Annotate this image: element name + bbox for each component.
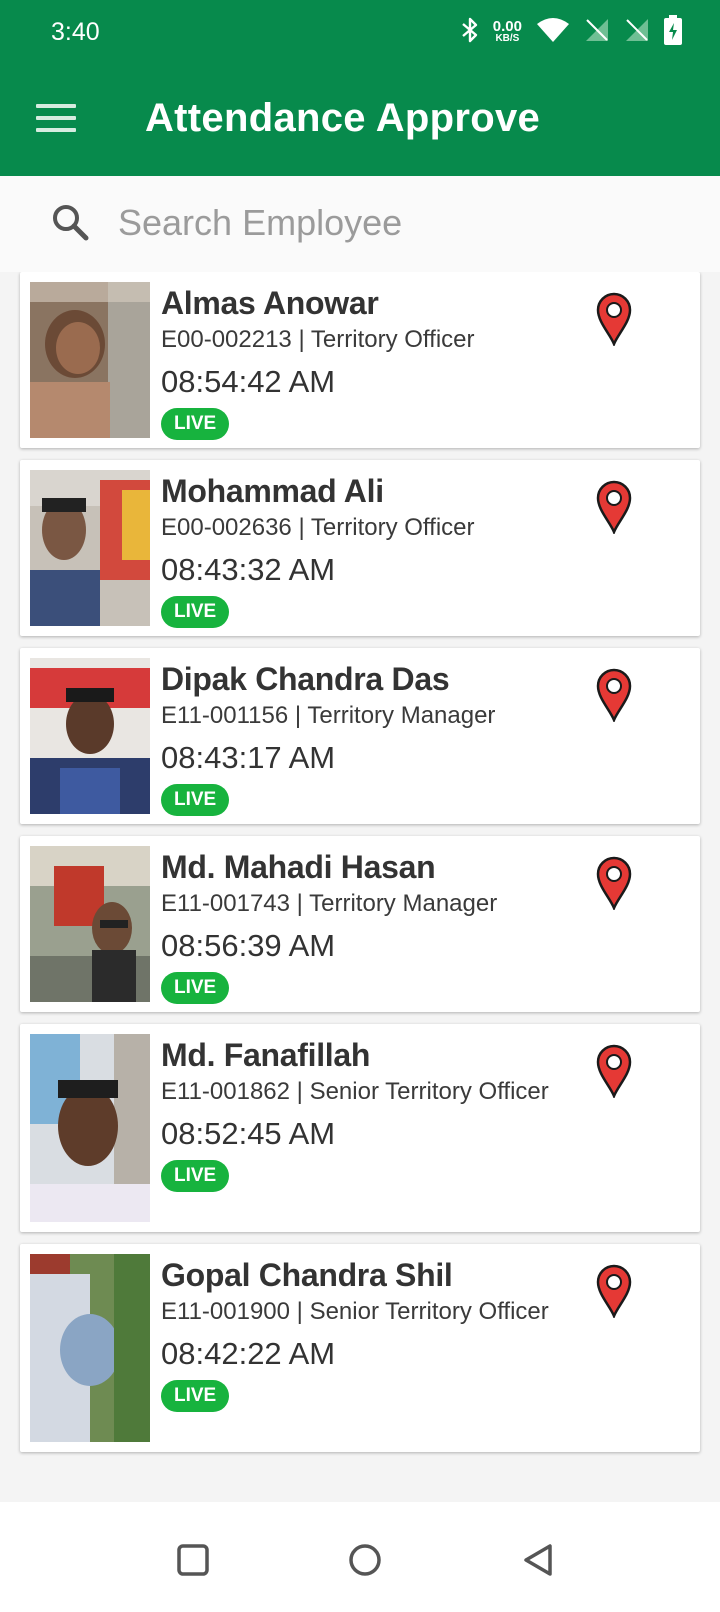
employee-photo (30, 658, 150, 814)
employee-info: Md. Fanafillah E11-001862 | Senior Terri… (161, 1036, 581, 1192)
employee-card[interactable]: Almas Anowar E00-002213 | Territory Offi… (20, 272, 700, 448)
live-badge: LIVE (161, 1160, 230, 1192)
employee-name: Gopal Chandra Shil (161, 1257, 453, 1293)
net-speed-value: 0.00 (492, 18, 522, 35)
live-badge: LIVE (161, 972, 230, 1004)
employee-id-role: E11-001900 | Senior Territory Officer (161, 1298, 549, 1325)
employee-id-role: E11-001862 | Senior Territory Officer (161, 1078, 549, 1105)
location-pin-icon[interactable] (596, 668, 632, 724)
check-in-time: 08:42:22 AM (161, 1336, 336, 1371)
net-speed-indicator: 0.00 KB/S (492, 18, 522, 44)
status-time: 3:40 (51, 18, 100, 46)
battery-charging-icon (664, 14, 682, 50)
employee-name: Md. Fanafillah (161, 1037, 371, 1073)
employee-info: Gopal Chandra Shil E11-001900 | Senior T… (161, 1256, 581, 1412)
live-badge: LIVE (161, 596, 230, 628)
employee-card[interactable]: Mohammad Ali E00-002636 | Territory Offi… (20, 460, 700, 636)
employee-photo (30, 282, 150, 438)
location-pin-icon[interactable] (596, 1044, 632, 1100)
employee-card[interactable]: Md. Fanafillah E11-001862 | Senior Terri… (20, 1024, 700, 1232)
employee-photo (30, 846, 150, 1002)
employee-photo (30, 1034, 150, 1222)
net-speed-unit: KB/S (495, 33, 520, 44)
no-sim-icon (624, 17, 650, 48)
check-in-time: 08:43:17 AM (161, 740, 336, 775)
no-sim-icon (584, 17, 610, 48)
employee-id-role: E00-002636 | Territory Officer (161, 514, 475, 541)
location-pin-icon[interactable] (596, 856, 632, 912)
system-nav-bar (0, 1502, 720, 1612)
bluetooth-icon (461, 16, 479, 49)
check-in-time: 08:52:45 AM (161, 1116, 336, 1151)
wifi-icon (536, 17, 570, 48)
search-bar (0, 176, 720, 272)
location-pin-icon[interactable] (596, 480, 632, 536)
employee-info: Mohammad Ali E00-002636 | Territory Offi… (161, 472, 581, 628)
live-badge: LIVE (161, 1380, 230, 1412)
employee-card[interactable]: Md. Mahadi Hasan E11-001743 | Territory … (20, 836, 700, 1012)
check-in-time: 08:56:39 AM (161, 928, 336, 963)
page-title: Attendance Approve (145, 96, 541, 140)
location-pin-icon[interactable] (596, 1264, 632, 1320)
employee-list: Almas Anowar E00-002213 | Territory Offi… (0, 272, 720, 1502)
employee-id-role: E00-002213 | Territory Officer (161, 326, 475, 353)
employee-info: Dipak Chandra Das E11-001156 | Territory… (161, 660, 581, 816)
hamburger-menu-icon[interactable] (36, 104, 76, 132)
employee-name: Mohammad Ali (161, 473, 384, 509)
check-in-time: 08:43:32 AM (161, 552, 336, 587)
employee-card[interactable]: Dipak Chandra Das E11-001156 | Territory… (20, 648, 700, 824)
employee-id-role: E11-001156 | Territory Manager (161, 702, 496, 729)
live-badge: LIVE (161, 408, 230, 440)
home-circle-icon[interactable] (347, 1542, 383, 1578)
live-badge: LIVE (161, 784, 230, 816)
employee-info: Almas Anowar E00-002213 | Territory Offi… (161, 284, 581, 440)
search-icon[interactable] (50, 202, 90, 242)
employee-id-role: E11-001743 | Territory Manager (161, 890, 498, 917)
app-bar: 3:40 0.00 KB/S Attendance Approve (0, 0, 720, 176)
check-in-time: 08:54:42 AM (161, 364, 336, 399)
employee-name: Dipak Chandra Das (161, 661, 450, 697)
employee-photo (30, 470, 150, 626)
employee-card[interactable]: Gopal Chandra Shil E11-001900 | Senior T… (20, 1244, 700, 1452)
employee-photo (30, 1254, 150, 1442)
search-input[interactable] (118, 198, 678, 248)
recents-square-icon[interactable] (175, 1542, 211, 1578)
status-bar: 3:40 0.00 KB/S (0, 0, 720, 66)
employee-name: Md. Mahadi Hasan (161, 849, 436, 885)
employee-name: Almas Anowar (161, 285, 379, 321)
location-pin-icon[interactable] (596, 292, 632, 348)
employee-info: Md. Mahadi Hasan E11-001743 | Territory … (161, 848, 581, 1004)
status-icons: 0.00 KB/S (461, 14, 682, 50)
back-triangle-icon[interactable] (520, 1542, 556, 1578)
